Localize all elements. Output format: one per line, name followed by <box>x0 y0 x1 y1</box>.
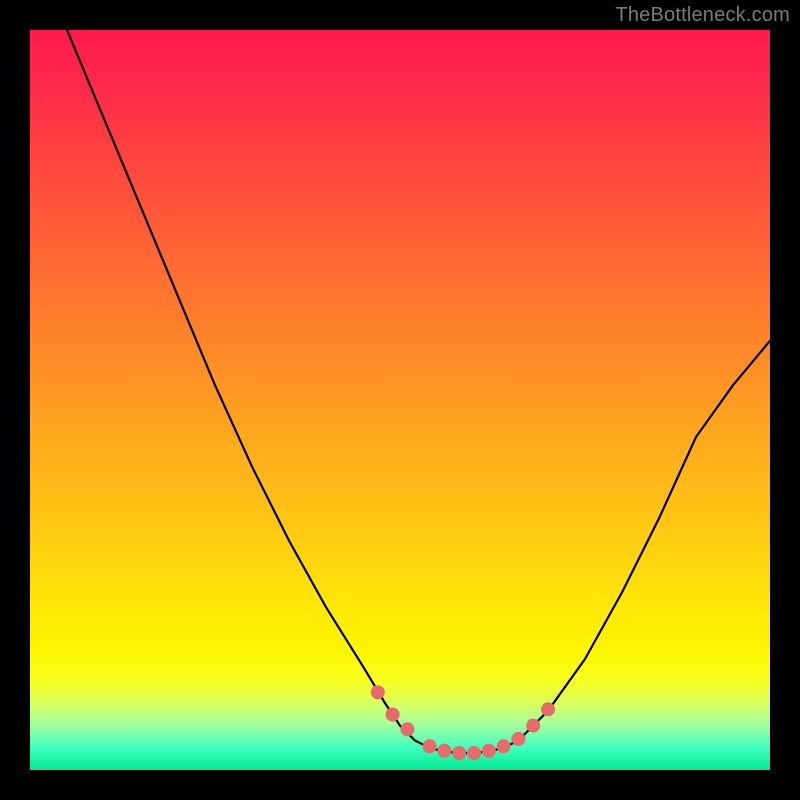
marker-dot <box>452 746 466 760</box>
marker-dot <box>423 739 437 753</box>
series-right-curve <box>504 341 770 748</box>
marker-dot <box>497 739 511 753</box>
curve-layer <box>30 30 770 770</box>
marker-dot <box>400 722 414 736</box>
marker-dot <box>541 702 555 716</box>
bottleneck-curve <box>30 30 770 753</box>
marker-dot <box>467 746 481 760</box>
marker-dot <box>482 744 496 758</box>
marker-dot <box>526 719 540 733</box>
marker-dot <box>511 732 525 746</box>
outer-frame: TheBottleneck.com <box>0 0 800 800</box>
marker-dot <box>386 708 400 722</box>
watermark-text: TheBottleneck.com <box>615 4 790 27</box>
series-left-curve <box>30 30 430 748</box>
plot-area <box>30 30 770 770</box>
marker-dot <box>371 685 385 699</box>
marker-dot <box>437 744 451 758</box>
